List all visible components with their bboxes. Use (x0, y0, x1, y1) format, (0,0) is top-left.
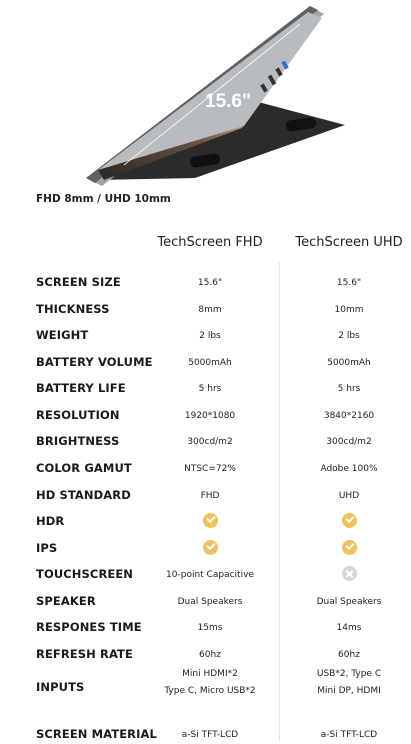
spec-value-uhd: 15.6" (336, 278, 362, 288)
spec-label: TOUCHSCREEN (36, 567, 134, 581)
spec-value-fhd: 2 lbs (199, 331, 221, 341)
spec-value-uhd: Adobe 100% (320, 464, 378, 474)
spec-value-uhd (279, 513, 411, 530)
spec-value-fhd: NTSC=72% (184, 464, 236, 474)
spec-value-fhd: 1920*1080 (184, 411, 236, 421)
spec-value-line: Mini DP, HDMI (317, 686, 381, 696)
spec-value-uhd: 5000mAh (327, 358, 371, 368)
spec-value-uhd: 10mm (334, 305, 364, 315)
spec-value-fhd: 8mm (198, 305, 222, 315)
spec-value-fhd: 15ms (197, 623, 223, 633)
spec-label: RESPONES TIME (36, 620, 142, 634)
spec-value-fhd: Dual Speakers (177, 597, 243, 607)
thickness-caption: FHD 8mm / UHD 10mm (36, 193, 171, 205)
spec-value-uhd: 300cd/m2 (326, 437, 372, 447)
spec-value-uhd: 14ms (336, 623, 362, 633)
spec-value-line: Mini HDMI*2 (182, 669, 238, 679)
spec-value-uhd (279, 540, 411, 557)
spec-label: INPUTS (36, 680, 85, 694)
spec-value-fhd: 300cd/m2 (187, 437, 233, 447)
screen-size-overlay: 15.6" (205, 91, 251, 112)
spec-value-fhd: 15.6" (197, 278, 223, 288)
spec-value-line: Type C, Micro USB*2 (164, 686, 256, 696)
spec-value-fhd: 5 hrs (198, 384, 222, 394)
spec-value-uhd: 2 lbs (338, 331, 360, 341)
column-header-fhd: TechScreen FHD (157, 235, 263, 250)
spec-label: RESOLUTION (36, 408, 120, 422)
column-header-uhd: TechScreen UHD (295, 235, 403, 250)
spec-value-line: USB*2, Type C (316, 669, 382, 679)
spec-label: BATTERY LIFE (36, 381, 126, 395)
spec-value-fhd: a-Si TFT-LCD (181, 730, 239, 740)
spec-label: REFRESH RATE (36, 647, 133, 661)
product-image: 15.6" (0, 0, 411, 190)
spec-label: BATTERY VOLUME (36, 355, 153, 369)
spec-value-uhd: a-Si TFT-LCD (320, 730, 378, 740)
portable-monitor-illustration: 15.6" (86, 6, 345, 186)
spec-value-fhd (140, 513, 280, 530)
spec-value-fhd: Mini HDMI*2 Type C, Micro USB*2 (140, 666, 280, 700)
spec-label: IPS (36, 541, 58, 555)
spec-value-fhd: 60hz (199, 650, 221, 660)
spec-value-fhd: 5000mAh (188, 358, 232, 368)
spec-label: THICKNESS (36, 302, 110, 316)
spec-label: SCREEN SIZE (36, 275, 121, 289)
spec-label: SPEAKER (36, 594, 96, 608)
spec-label: COLOR GAMUT (36, 461, 132, 475)
spec-label: SCREEN MATERIAL (36, 727, 157, 741)
check-icon (202, 540, 218, 555)
spec-value-uhd: Dual Speakers (316, 597, 382, 607)
spec-label: HDR (36, 514, 65, 528)
spec-value-fhd (140, 540, 280, 557)
check-icon (341, 540, 357, 555)
cross-icon (341, 566, 357, 581)
spec-label: WEIGHT (36, 328, 89, 342)
check-icon (341, 513, 357, 528)
spec-value-uhd: UHD (338, 491, 360, 501)
spec-value-uhd: 5 hrs (337, 384, 361, 394)
spec-value-uhd (279, 566, 411, 583)
spec-label: HD STANDARD (36, 488, 131, 502)
spec-label: BRIGHTNESS (36, 434, 120, 448)
check-icon (202, 513, 218, 528)
spec-value-fhd: FHD (200, 491, 220, 501)
spec-value-uhd: USB*2, Type C Mini DP, HDMI (279, 666, 411, 700)
spec-value-fhd: 10-point Capacitive (166, 570, 254, 580)
spec-value-uhd: 60hz (338, 650, 360, 660)
spec-value-uhd: 3840*2160 (323, 411, 375, 421)
